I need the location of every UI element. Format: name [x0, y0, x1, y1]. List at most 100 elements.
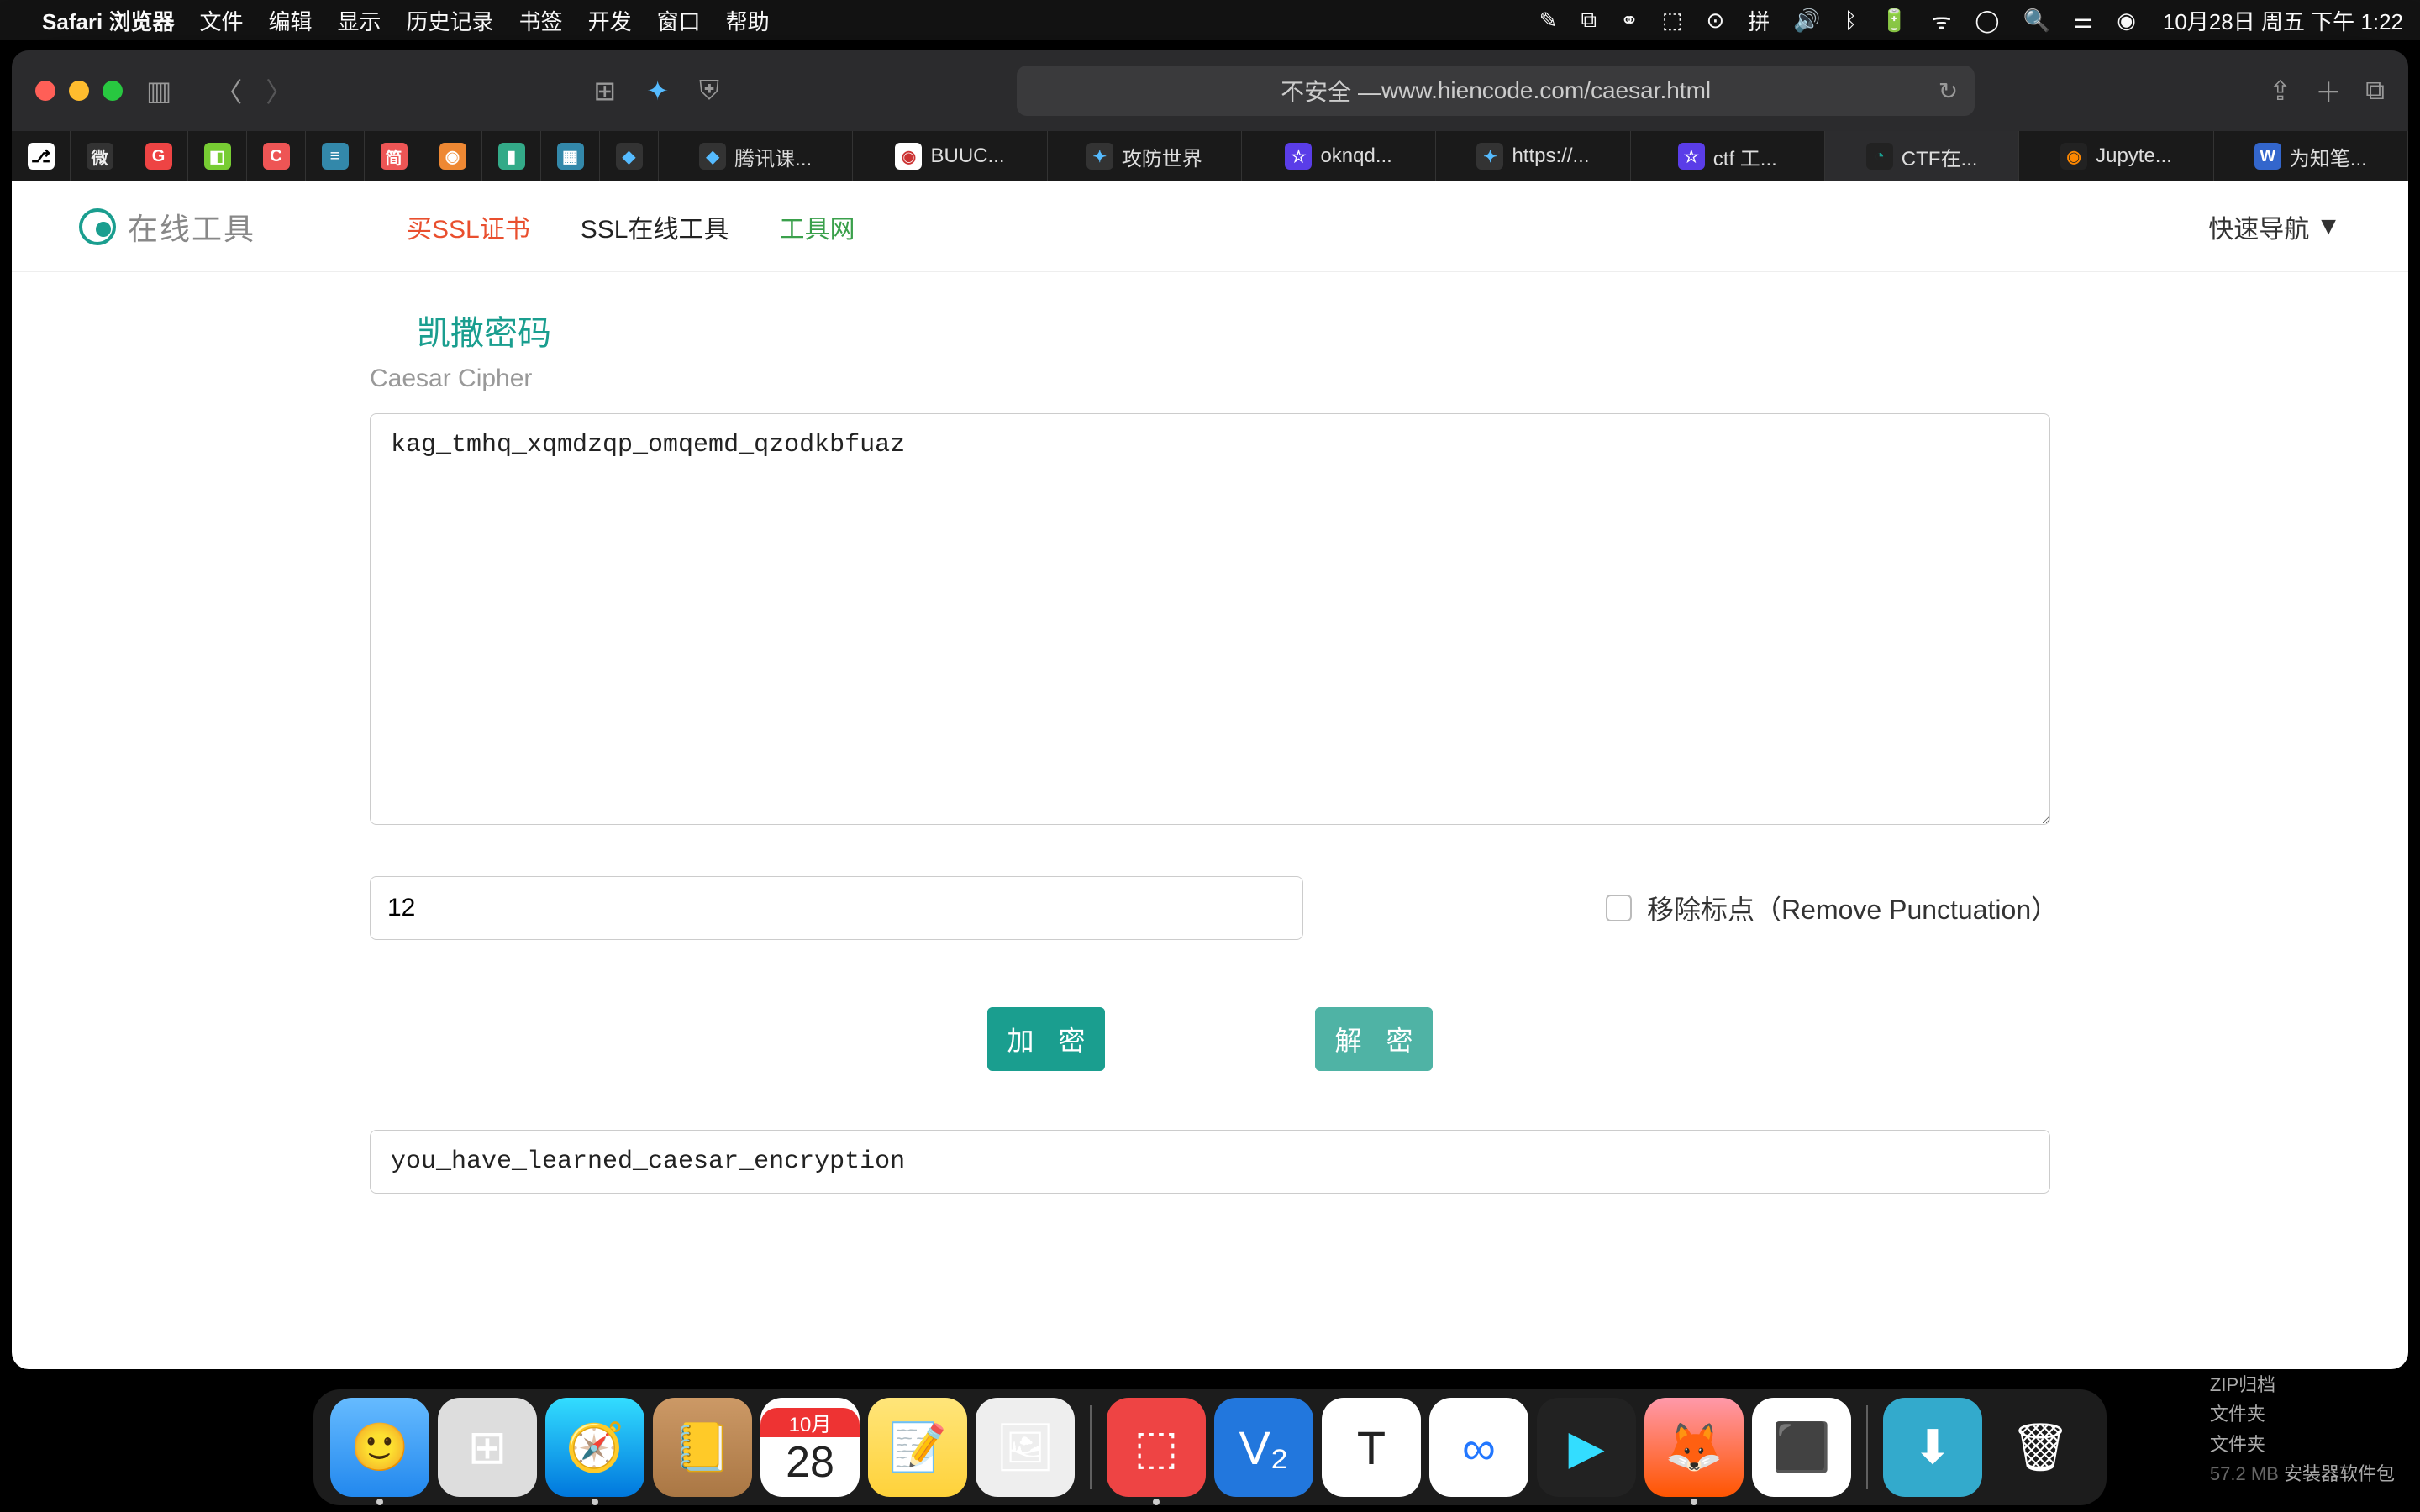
- dock-notes[interactable]: 📝: [868, 1398, 967, 1497]
- user-icon[interactable]: ◯: [1975, 8, 1999, 34]
- app-name[interactable]: Safari 浏览器: [42, 5, 175, 36]
- dock-safari[interactable]: 🧭: [545, 1398, 644, 1497]
- dock-app-todesk[interactable]: ⬚: [1107, 1398, 1206, 1497]
- tab-icon: ◔: [1866, 143, 1893, 170]
- menu-view[interactable]: 显示: [338, 5, 381, 36]
- sync-icon[interactable]: ⚭: [1620, 8, 1639, 34]
- tab-16[interactable]: ☆ctf 工...: [1631, 131, 1825, 181]
- dock-app-media[interactable]: ▶: [1537, 1398, 1636, 1497]
- dock-trash[interactable]: 🗑: [1991, 1398, 2090, 1497]
- reload-icon[interactable]: ↻: [1939, 77, 1958, 105]
- control-center-icon[interactable]: ⚌: [2074, 8, 2093, 34]
- remove-punctuation-checkbox[interactable]: 移除标点（Remove Punctuation）: [1606, 889, 2050, 927]
- menu-help[interactable]: 帮助: [726, 5, 770, 36]
- tab-4[interactable]: C: [247, 131, 306, 181]
- tab-6[interactable]: 简: [365, 131, 424, 181]
- menu-file[interactable]: 文件: [200, 5, 244, 36]
- menu-bookmarks[interactable]: 书签: [519, 5, 563, 36]
- dock-preview[interactable]: 🖼: [976, 1398, 1075, 1497]
- minimize-window-button[interactable]: [69, 81, 89, 101]
- tab-7[interactable]: ◉: [424, 131, 482, 181]
- checkbox-box-icon: [1606, 895, 1632, 921]
- dock-finder[interactable]: 🙂: [330, 1398, 429, 1497]
- nav-ssl-tools[interactable]: SSL在线工具: [581, 208, 729, 245]
- nav-back-icon[interactable]: 〈: [212, 68, 245, 113]
- dock-calendar[interactable]: 10月28: [760, 1398, 860, 1497]
- dock-downloads[interactable]: ⬇: [1883, 1398, 1982, 1497]
- tab-label: 攻防世界: [1122, 142, 1202, 171]
- tab-label: Jupyte...: [2096, 144, 2172, 168]
- bluetooth-icon[interactable]: ᛒ: [1844, 8, 1858, 34]
- tab-15[interactable]: ✦https://...: [1436, 131, 1630, 181]
- dock-contacts[interactable]: 📒: [653, 1398, 752, 1497]
- bird-icon[interactable]: ✦: [643, 71, 672, 110]
- tab-label: 为知笔...: [2290, 142, 2367, 171]
- siri-icon[interactable]: ◉: [2117, 8, 2136, 34]
- app-icon-1[interactable]: ⬚: [1662, 8, 1683, 34]
- clock-icon[interactable]: ⊙: [1706, 8, 1724, 34]
- address-bar[interactable]: 不安全 — www.hiencode.com/caesar.html ↻: [1017, 66, 1975, 116]
- tab-8[interactable]: ▮: [482, 131, 541, 181]
- dock-app-translate[interactable]: ⬛: [1752, 1398, 1851, 1497]
- menu-edit[interactable]: 编辑: [269, 5, 313, 36]
- tab-2[interactable]: G: [129, 131, 188, 181]
- encrypt-button[interactable]: 加 密: [987, 1007, 1105, 1071]
- decrypt-button[interactable]: 解 密: [1315, 1007, 1433, 1071]
- tab-14[interactable]: ☆oknqd...: [1242, 131, 1436, 181]
- nav-buy-ssl[interactable]: 买SSL证书: [407, 208, 530, 245]
- menu-history[interactable]: 历史记录: [407, 5, 494, 36]
- tab-11[interactable]: ◆腾讯课...: [659, 131, 853, 181]
- close-window-button[interactable]: [35, 81, 55, 101]
- share-icon[interactable]: ⇪: [2269, 75, 2291, 107]
- tab-19[interactable]: W为知笔...: [2214, 131, 2408, 181]
- dock-app-vnc[interactable]: V₂: [1214, 1398, 1313, 1497]
- wifi-icon[interactable]: ᯤ: [1932, 5, 1952, 35]
- maximize-window-button[interactable]: [103, 81, 123, 101]
- cipher-output[interactable]: [370, 1130, 2050, 1194]
- new-tab-icon[interactable]: ＋: [2315, 71, 2342, 110]
- tab-icon: ◆: [699, 143, 726, 170]
- dock-firefox[interactable]: 🦊: [1644, 1398, 1744, 1497]
- shift-amount-input[interactable]: [370, 876, 1303, 940]
- tab-9[interactable]: ▦: [541, 131, 600, 181]
- sidebar-toggle-icon[interactable]: ▥: [143, 71, 175, 110]
- tab-18[interactable]: ◉Jupyte...: [2019, 131, 2213, 181]
- nav-tools-site[interactable]: 工具网: [779, 208, 855, 245]
- tab-5[interactable]: ≡: [306, 131, 365, 181]
- chevron-down-icon: ▼: [2316, 213, 2341, 241]
- nav-forward-icon[interactable]: 〉: [262, 68, 296, 113]
- section-subtitle: Caesar Cipher: [370, 365, 2050, 393]
- input-method-icon[interactable]: 拼: [1748, 5, 1770, 36]
- tab-3[interactable]: ◧: [188, 131, 247, 181]
- url-text: www.hiencode.com/caesar.html: [1381, 77, 1711, 104]
- tab-icon: ▦: [557, 143, 584, 170]
- status-icon-1[interactable]: ✎: [1539, 8, 1558, 34]
- tab-12[interactable]: ◉BUUC...: [853, 131, 1047, 181]
- tab-label: CTF在...: [1902, 142, 1978, 171]
- grid-icon[interactable]: ⊞: [590, 71, 619, 110]
- site-logo[interactable]: 在线工具: [79, 205, 255, 249]
- tab-icon: C: [263, 143, 290, 170]
- menu-window[interactable]: 窗口: [657, 5, 701, 36]
- spotlight-icon[interactable]: 🔍: [2023, 8, 2050, 34]
- tab-icon: ≡: [322, 143, 349, 170]
- screen-mirror-icon[interactable]: ⧉: [1581, 7, 1597, 34]
- tab-0[interactable]: ⎇: [12, 131, 71, 181]
- quick-nav-dropdown[interactable]: 快速导航 ▼: [2208, 208, 2341, 245]
- tab-1[interactable]: 微: [71, 131, 129, 181]
- tab-10[interactable]: ◆: [600, 131, 659, 181]
- dock-app-baidu[interactable]: ∞: [1429, 1398, 1528, 1497]
- tab-label: ctf 工...: [1713, 142, 1777, 171]
- dock-app-text[interactable]: T: [1322, 1398, 1421, 1497]
- tab-overview-icon[interactable]: ⧉: [2365, 75, 2385, 107]
- volume-icon[interactable]: 🔊: [1793, 8, 1820, 34]
- cipher-input-textarea[interactable]: [370, 413, 2050, 825]
- tab-13[interactable]: ✦攻防世界: [1048, 131, 1242, 181]
- tab-17[interactable]: ◔ CTF在...: [1825, 131, 2019, 181]
- battery-icon[interactable]: 🔋: [1881, 8, 1907, 34]
- menu-develop[interactable]: 开发: [588, 5, 632, 36]
- shield-icon[interactable]: ⛨: [696, 71, 723, 110]
- menubar-datetime[interactable]: 10月28日 周五 下午 1:22: [2163, 5, 2403, 36]
- page-content: 在线工具 买SSL证书 SSL在线工具 工具网 快速导航 ▼ 凯撒密码 Caes…: [12, 181, 2408, 1369]
- dock-launchpad[interactable]: ⊞: [438, 1398, 537, 1497]
